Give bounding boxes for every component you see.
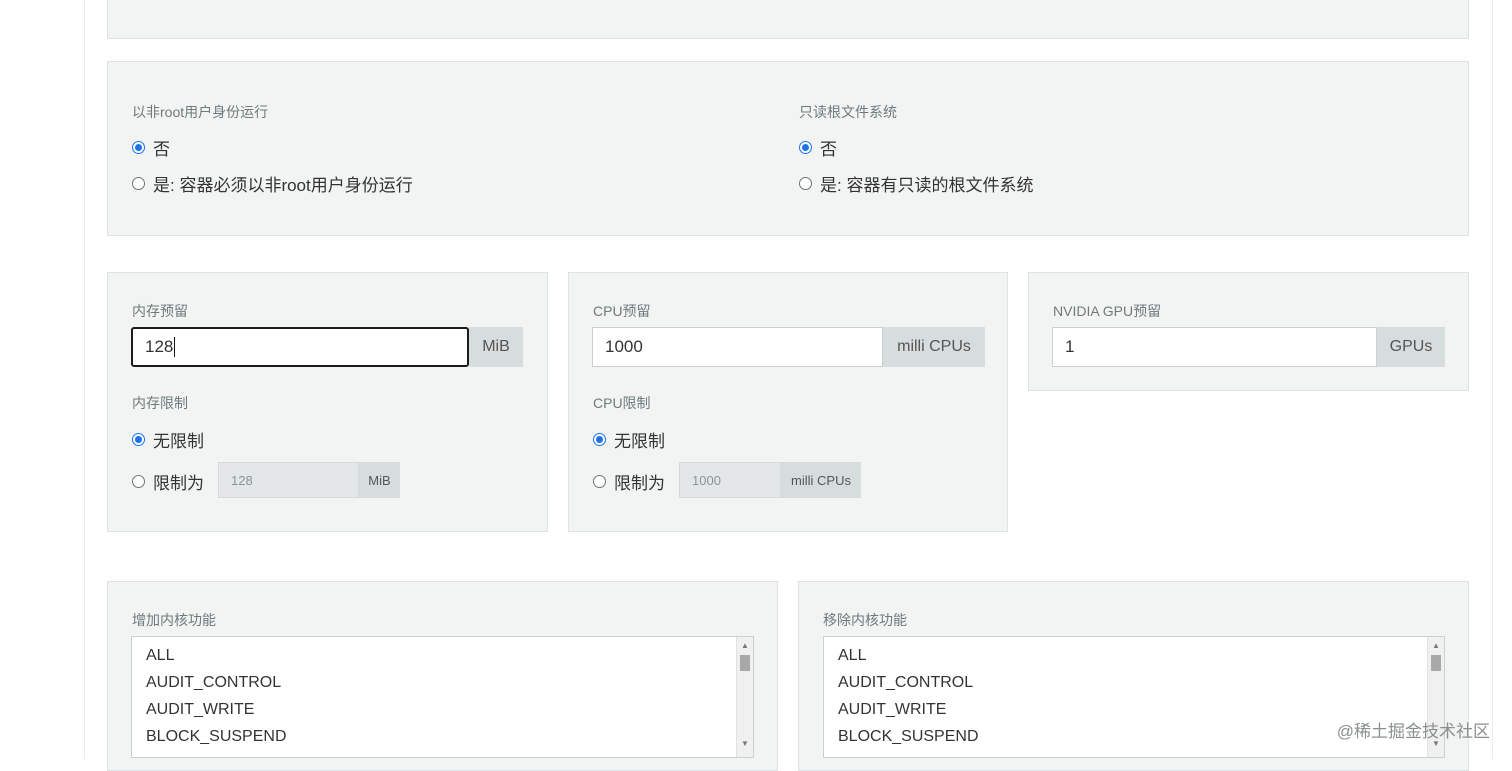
drop-capabilities-panel: 移除内核功能 ALL AUDIT_CONTROL AUDIT_WRITE BLO… xyxy=(798,581,1469,771)
radio-button[interactable] xyxy=(593,433,606,446)
cpu-limit-unlimited-option[interactable]: 无限制 xyxy=(593,427,665,452)
run-as-non-root-yes-option[interactable]: 是: 容器必须以非root用户身份运行 xyxy=(132,171,413,196)
add-capabilities-panel: 增加内核功能 ALL AUDIT_CONTROL AUDIT_WRITE BLO… xyxy=(107,581,778,771)
left-divider xyxy=(84,0,85,759)
run-as-non-root-label: 以非root用户身份运行 xyxy=(132,104,269,120)
radio-button[interactable] xyxy=(132,141,145,154)
gpu-reservation-label: NVIDIA GPU预留 xyxy=(1053,303,1162,319)
radio-button[interactable] xyxy=(132,177,145,190)
listbox-scrollbar[interactable]: ▲ ▼ xyxy=(736,637,753,757)
memory-limit-group: 128 MiB xyxy=(218,462,400,498)
run-as-non-root-no-option[interactable]: 否 xyxy=(132,135,170,160)
option-label: 否 xyxy=(820,140,837,159)
memory-limit-label: 内存限制 xyxy=(132,395,188,411)
up-arrow-icon[interactable]: ▲ xyxy=(737,639,753,653)
radio-button[interactable] xyxy=(132,475,145,488)
input-value: 128 xyxy=(145,337,174,356)
cpu-reservation-label: CPU预留 xyxy=(593,303,651,319)
option-label: 无限制 xyxy=(614,432,665,451)
list-item[interactable]: ALL xyxy=(132,642,753,669)
list-item[interactable]: AUDIT_CONTROL xyxy=(132,669,753,696)
option-label: 是: 容器有只读的根文件系统 xyxy=(820,176,1034,195)
security-panel: 以非root用户身份运行 否 是: 容器必须以非root用户身份运行 只读根文件… xyxy=(107,61,1469,236)
cpu-reservation-input[interactable]: 1000 xyxy=(592,327,883,367)
read-only-root-fs-label: 只读根文件系统 xyxy=(799,104,897,120)
down-arrow-icon[interactable]: ▼ xyxy=(737,737,753,751)
option-label: 无限制 xyxy=(153,432,204,451)
radio-button[interactable] xyxy=(593,475,606,488)
memory-reservation-label: 内存预留 xyxy=(132,303,188,319)
read-only-root-fs-no-option[interactable]: 否 xyxy=(799,135,837,160)
cpu-limit-label: CPU限制 xyxy=(593,395,651,411)
list-item[interactable]: AUDIT_CONTROL xyxy=(824,669,1444,696)
memory-limit-unlimited-option[interactable]: 无限制 xyxy=(132,427,204,452)
memory-panel: 内存预留 128 MiB 内存限制 无限制 限制为 128 MiB xyxy=(107,272,548,532)
cpu-limit-input[interactable]: 1000 xyxy=(679,462,781,498)
list-item[interactable]: ALL xyxy=(824,642,1444,669)
scrollbar-thumb[interactable] xyxy=(1431,655,1441,671)
right-divider xyxy=(1492,0,1493,759)
gpu-reservation-group: 1 GPUs xyxy=(1052,327,1445,367)
list-item[interactable]: BLOCK_SUSPEND xyxy=(132,723,753,750)
gpu-reservation-input[interactable]: 1 xyxy=(1052,327,1377,367)
cpu-limit-to-option[interactable]: 限制为 xyxy=(593,469,665,494)
text-caret xyxy=(174,337,176,357)
cpu-limit-unit: milli CPUs xyxy=(781,462,861,498)
cpu-reservation-group: 1000 milli CPUs xyxy=(592,327,985,367)
top-panel xyxy=(107,0,1469,39)
memory-limit-input[interactable]: 128 xyxy=(218,462,359,498)
list-item[interactable]: AUDIT_WRITE xyxy=(132,696,753,723)
option-label: 是: 容器必须以非root用户身份运行 xyxy=(153,176,413,195)
radio-button[interactable] xyxy=(799,177,812,190)
add-capabilities-listbox[interactable]: ALL AUDIT_CONTROL AUDIT_WRITE BLOCK_SUSP… xyxy=(131,636,754,758)
watermark: @稀土掘金技术社区 xyxy=(1336,722,1490,741)
memory-reservation-group: 128 MiB xyxy=(131,327,523,367)
up-arrow-icon[interactable]: ▲ xyxy=(1428,639,1444,653)
gpu-panel: NVIDIA GPU预留 1 GPUs xyxy=(1028,272,1469,391)
listbox-options: ALL AUDIT_CONTROL AUDIT_WRITE BLOCK_SUSP… xyxy=(132,637,753,750)
read-only-root-fs-yes-option[interactable]: 是: 容器有只读的根文件系统 xyxy=(799,171,1033,196)
memory-reservation-input[interactable]: 128 xyxy=(131,327,469,367)
cpu-limit-group: 1000 milli CPUs xyxy=(679,462,861,498)
memory-limit-unit: MiB xyxy=(359,462,400,498)
add-capabilities-label: 增加内核功能 xyxy=(132,612,216,628)
memory-reservation-unit: MiB xyxy=(469,327,523,367)
radio-button[interactable] xyxy=(799,141,812,154)
scrollbar-thumb[interactable] xyxy=(740,655,750,671)
option-label: 限制为 xyxy=(153,474,204,493)
option-label: 限制为 xyxy=(614,474,665,493)
memory-limit-to-option[interactable]: 限制为 xyxy=(132,469,204,494)
drop-capabilities-label: 移除内核功能 xyxy=(823,612,907,628)
option-label: 否 xyxy=(153,140,170,159)
gpu-reservation-unit: GPUs xyxy=(1377,327,1445,367)
cpu-reservation-unit: milli CPUs xyxy=(883,327,985,367)
cpu-panel: CPU预留 1000 milli CPUs CPU限制 无限制 限制为 1000… xyxy=(568,272,1008,532)
radio-button[interactable] xyxy=(132,433,145,446)
